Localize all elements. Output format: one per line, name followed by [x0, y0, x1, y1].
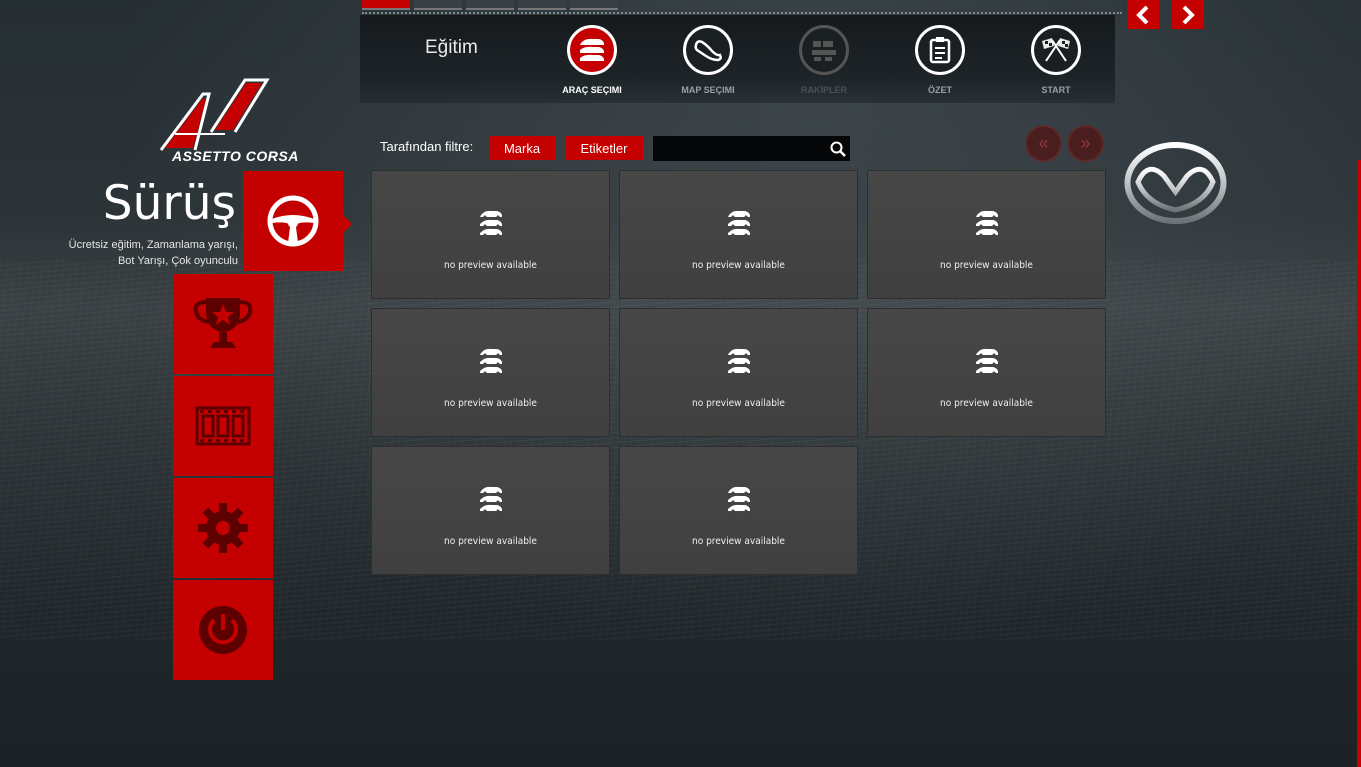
top-tab-2[interactable] [414, 0, 462, 10]
car-preview-text: no preview available [444, 536, 537, 547]
trophy-icon [193, 298, 253, 348]
top-divider [362, 12, 1122, 14]
car-placeholder-icon [728, 210, 750, 237]
mode-title: Eğitim [425, 37, 478, 58]
car-preview-text: no preview available [940, 398, 1033, 409]
gear-icon [198, 503, 248, 553]
sidebar-item-drive[interactable] [243, 171, 352, 271]
car-card[interactable]: no preview available [371, 170, 610, 299]
car-preview-text: no preview available [692, 536, 785, 547]
checkered-flags-icon [1031, 25, 1081, 75]
section-description: Ücretsiz eğitim, Zamanlama yarışı, Bot Y… [38, 237, 238, 269]
sidebar-item-settings[interactable] [173, 478, 273, 578]
car-placeholder-icon [728, 348, 750, 375]
session-steps-panel: Eğitim ARAÇ SEÇIMI MAP SEÇIMI RAKIPLER Ö… [360, 15, 1115, 103]
power-icon [199, 606, 247, 654]
step-label: ARAÇ SEÇIMI [562, 85, 622, 95]
clipboard-icon [915, 25, 965, 75]
car-card[interactable]: no preview available [619, 446, 858, 575]
track-icon [683, 25, 733, 75]
car-card[interactable]: no preview available [867, 170, 1106, 299]
car-placeholder-icon [728, 486, 750, 513]
car-placeholder-icon [480, 210, 502, 237]
step-opponents: RAKIPLER [779, 25, 869, 95]
step-map-select[interactable]: MAP SEÇIMI [663, 25, 753, 95]
section-title: Sürüş [102, 176, 236, 231]
sidebar-item-career[interactable] [173, 274, 273, 374]
top-tab-4[interactable] [518, 0, 566, 10]
next-arrow-button[interactable] [1172, 0, 1204, 29]
page-next-button[interactable]: » [1067, 125, 1104, 162]
step-label: RAKIPLER [800, 85, 847, 95]
car-card[interactable]: no preview available [371, 308, 610, 437]
top-tab-5[interactable] [570, 0, 618, 10]
car-preview-text: no preview available [444, 260, 537, 271]
step-summary[interactable]: ÖZET [895, 25, 985, 95]
opponents-icon [799, 25, 849, 75]
car-preview-text: no preview available [692, 398, 785, 409]
search-icon[interactable] [830, 141, 846, 157]
logo-text: ASSETTO CORSA [172, 148, 299, 164]
step-start[interactable]: START [1011, 25, 1101, 95]
car-card[interactable]: no preview available [867, 308, 1106, 437]
step-label: START [1041, 85, 1071, 95]
car-preview-text: no preview available [692, 260, 785, 271]
page-prev-button[interactable]: « [1025, 125, 1062, 162]
filter-label: Tarafından filtre: [380, 139, 474, 154]
section-description-line: Bot Yarışı, Çok oyunculu [117, 255, 238, 267]
car-placeholder-icon [480, 486, 502, 513]
steering-wheel-icon [267, 195, 319, 247]
tags-filter-button[interactable]: Etiketler [565, 136, 643, 160]
section-description-line: Ücretsiz eğitim, Zamanlama yarışı, [68, 239, 238, 251]
brand-filter-button[interactable]: Marka [489, 136, 555, 160]
chevron-left-icon [1136, 5, 1149, 24]
car-card[interactable]: no preview available [371, 446, 610, 575]
step-label: MAP SEÇIMI [681, 85, 735, 95]
top-tab-3[interactable] [466, 0, 514, 10]
search-box [653, 136, 850, 161]
sidebar-item-replay[interactable] [173, 376, 273, 476]
sidebar-item-quit[interactable] [173, 580, 273, 680]
car-placeholder-icon [976, 348, 998, 375]
film-strip-icon [195, 406, 251, 446]
car-placeholder-icon [976, 210, 998, 237]
right-edge-accent [1357, 160, 1361, 767]
top-tab-drive[interactable] [362, 0, 410, 10]
step-car-select[interactable]: ARAÇ SEÇIMI [547, 25, 637, 95]
step-label: ÖZET [928, 85, 952, 95]
car-preview-text: no preview available [444, 398, 537, 409]
top-tab-bar [362, 0, 618, 10]
car-preview-text: no preview available [940, 260, 1033, 271]
car-placeholder-icon [480, 348, 502, 375]
search-input[interactable] [653, 136, 823, 161]
car-card[interactable]: no preview available [619, 308, 858, 437]
prev-arrow-button[interactable] [1127, 0, 1159, 29]
car-card[interactable]: no preview available [619, 170, 858, 299]
chevron-right-icon [1182, 5, 1195, 24]
mazda-logo [1124, 142, 1227, 224]
car-select-icon [567, 25, 617, 75]
